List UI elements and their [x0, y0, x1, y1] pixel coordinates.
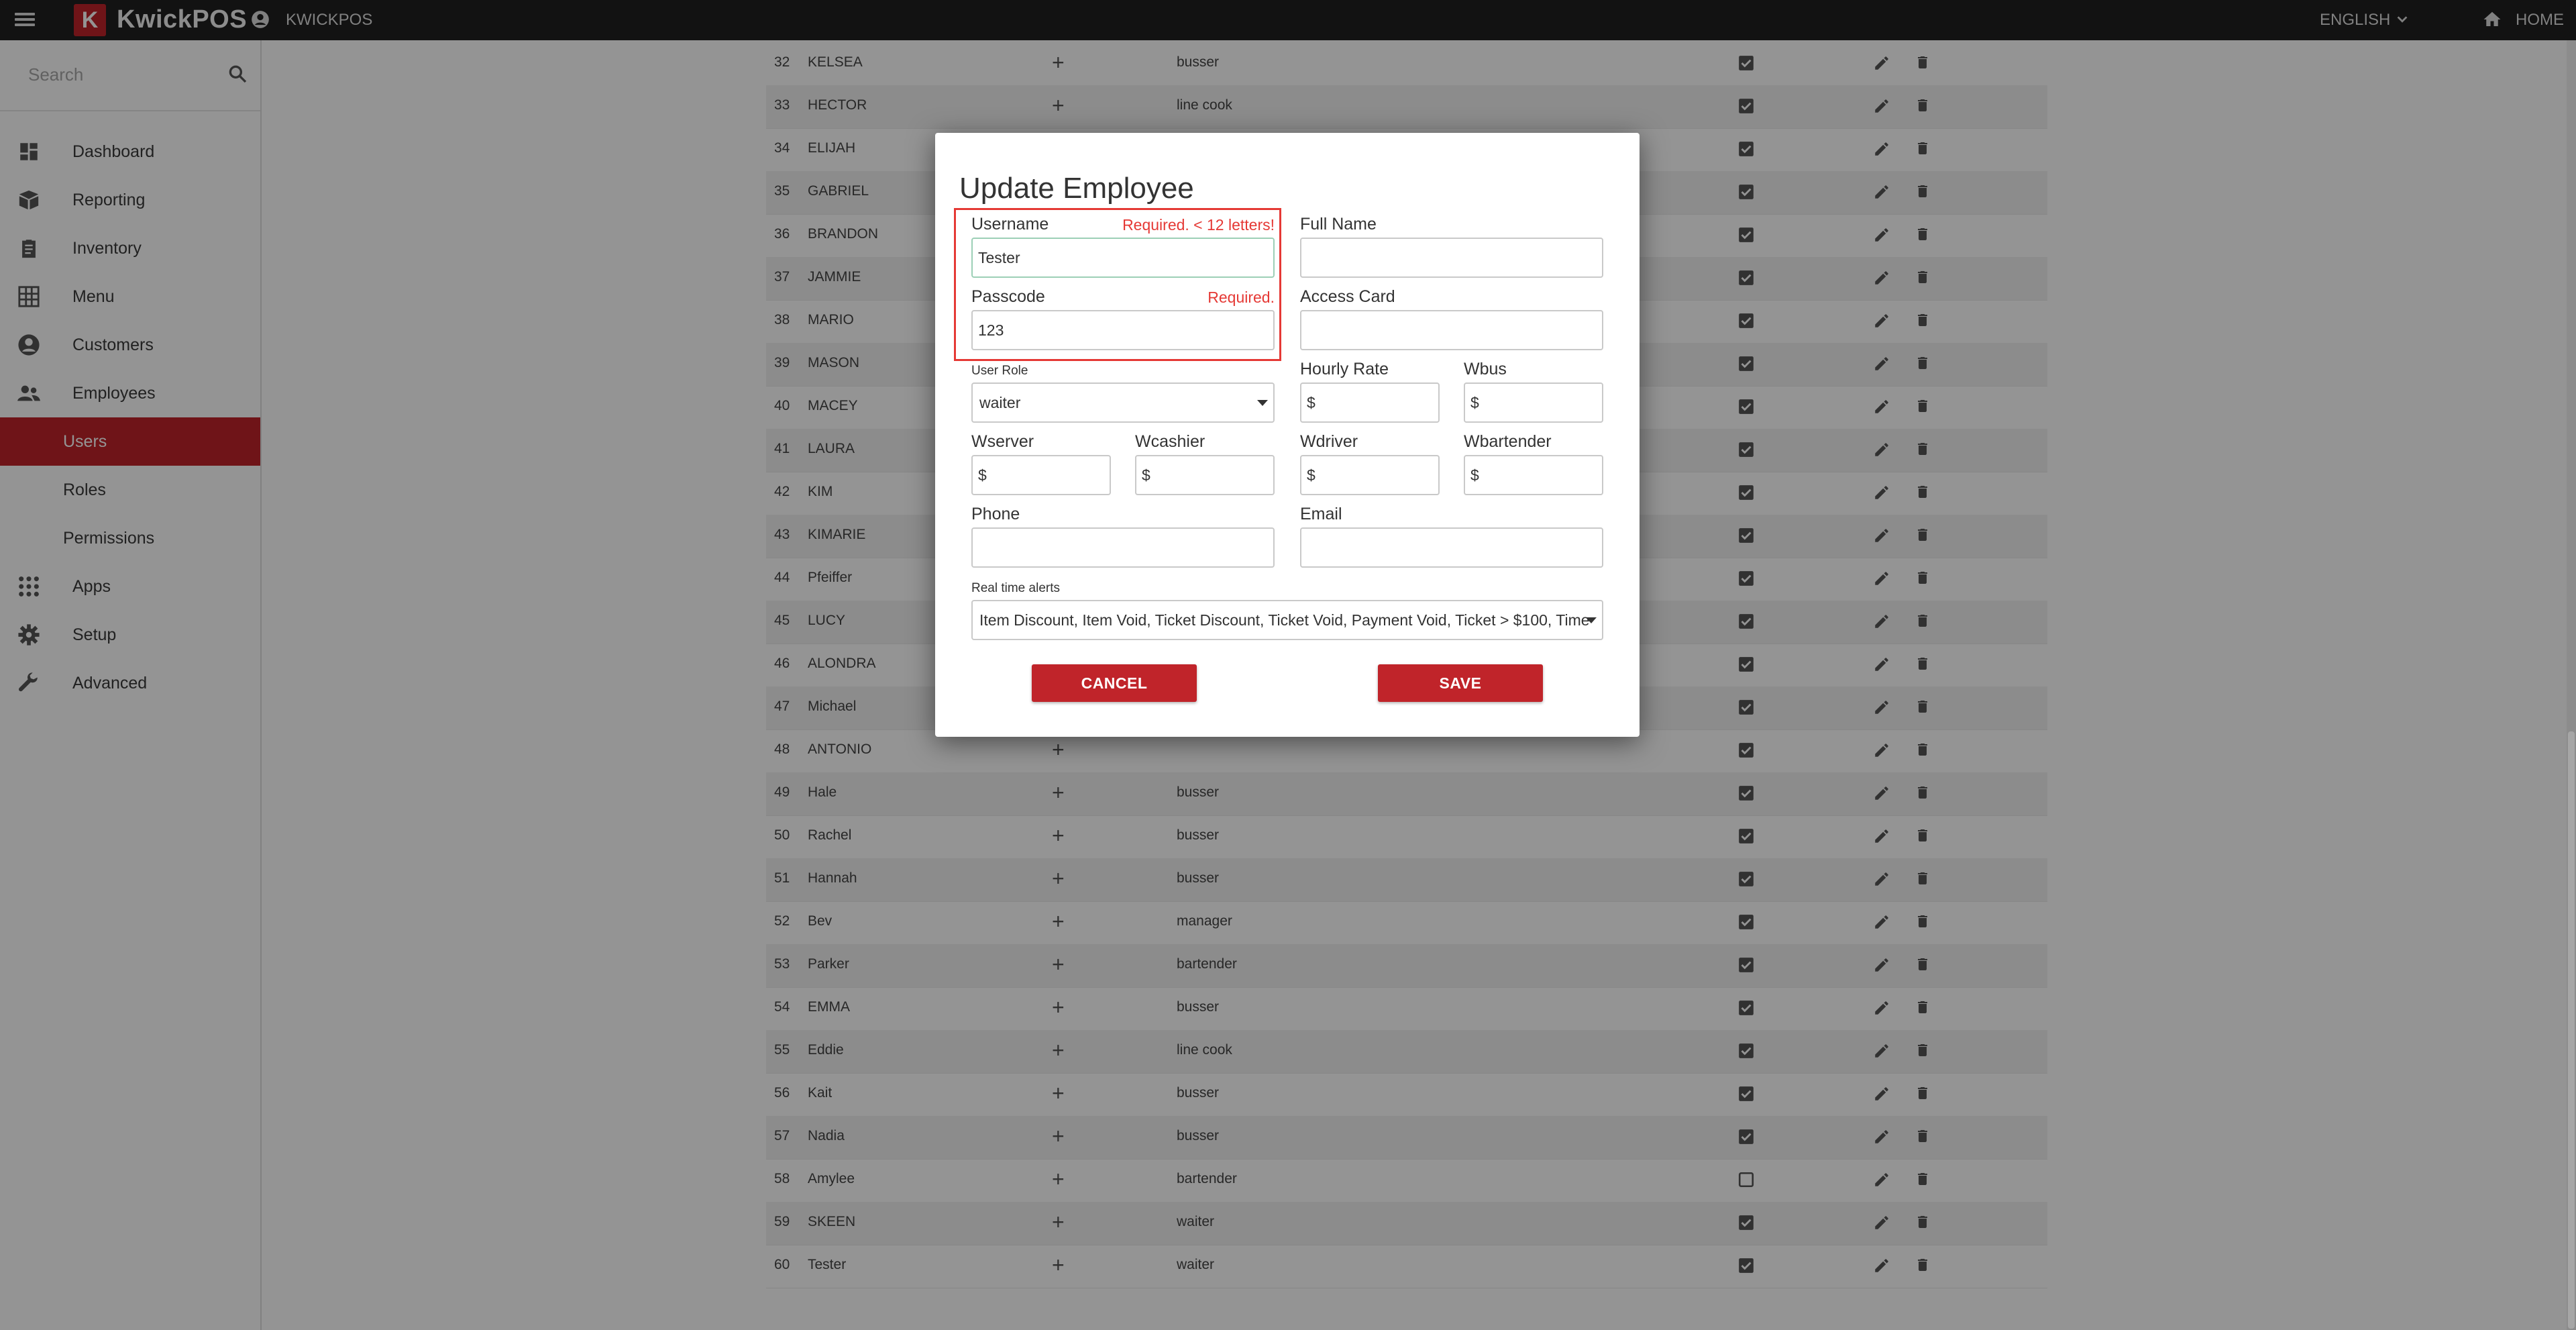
passcode-label: Passcode [971, 287, 1045, 306]
caret-down-icon[interactable] [1257, 400, 1268, 406]
access-card-input[interactable] [1300, 310, 1603, 350]
full-name-label: Full Name [1300, 215, 1377, 234]
alerts-value: Item Discount, Item Void, Ticket Discoun… [979, 611, 1590, 629]
wdriver-label: Wdriver [1300, 432, 1358, 451]
hourly-rate-input[interactable] [1300, 382, 1440, 423]
save-button[interactable]: SAVE [1378, 664, 1543, 702]
scrollbar-thumb[interactable] [2568, 731, 2575, 1329]
access-card-label: Access Card [1300, 287, 1395, 306]
user-role-value: waiter [979, 393, 1021, 411]
wbus-label: Wbus [1464, 360, 1507, 378]
wserver-input[interactable] [971, 455, 1111, 495]
alerts-select[interactable]: Item Discount, Item Void, Ticket Discoun… [971, 600, 1603, 640]
passcode-error: Required. [1208, 289, 1275, 306]
phone-label: Phone [971, 505, 1020, 523]
wbartender-input[interactable] [1464, 455, 1603, 495]
phone-input[interactable] [971, 527, 1275, 568]
email-input[interactable] [1300, 527, 1603, 568]
cancel-button[interactable]: CANCEL [1032, 664, 1197, 702]
wcashier-input[interactable] [1135, 455, 1275, 495]
full-name-input[interactable] [1300, 238, 1603, 278]
username-label: Username [971, 215, 1049, 234]
email-label: Email [1300, 505, 1342, 523]
wbartender-label: Wbartender [1464, 432, 1552, 451]
caret-down-icon[interactable] [1586, 617, 1597, 623]
wdriver-input[interactable] [1300, 455, 1440, 495]
wbus-input[interactable] [1464, 382, 1603, 423]
user-role-select[interactable]: waiter [971, 382, 1275, 423]
dialog-title: Update Employee [959, 172, 1194, 205]
wserver-label: Wserver [971, 432, 1034, 451]
update-employee-dialog: Update Employee Username Required. < 12 … [935, 133, 1640, 737]
username-input[interactable] [971, 238, 1275, 278]
alerts-label: Real time alerts [971, 581, 1060, 595]
hourly-rate-label: Hourly Rate [1300, 360, 1389, 378]
wcashier-label: Wcashier [1135, 432, 1205, 451]
passcode-input[interactable] [971, 310, 1275, 350]
username-error: Required. < 12 letters! [1122, 216, 1275, 234]
user-role-label: User Role [971, 364, 1028, 378]
